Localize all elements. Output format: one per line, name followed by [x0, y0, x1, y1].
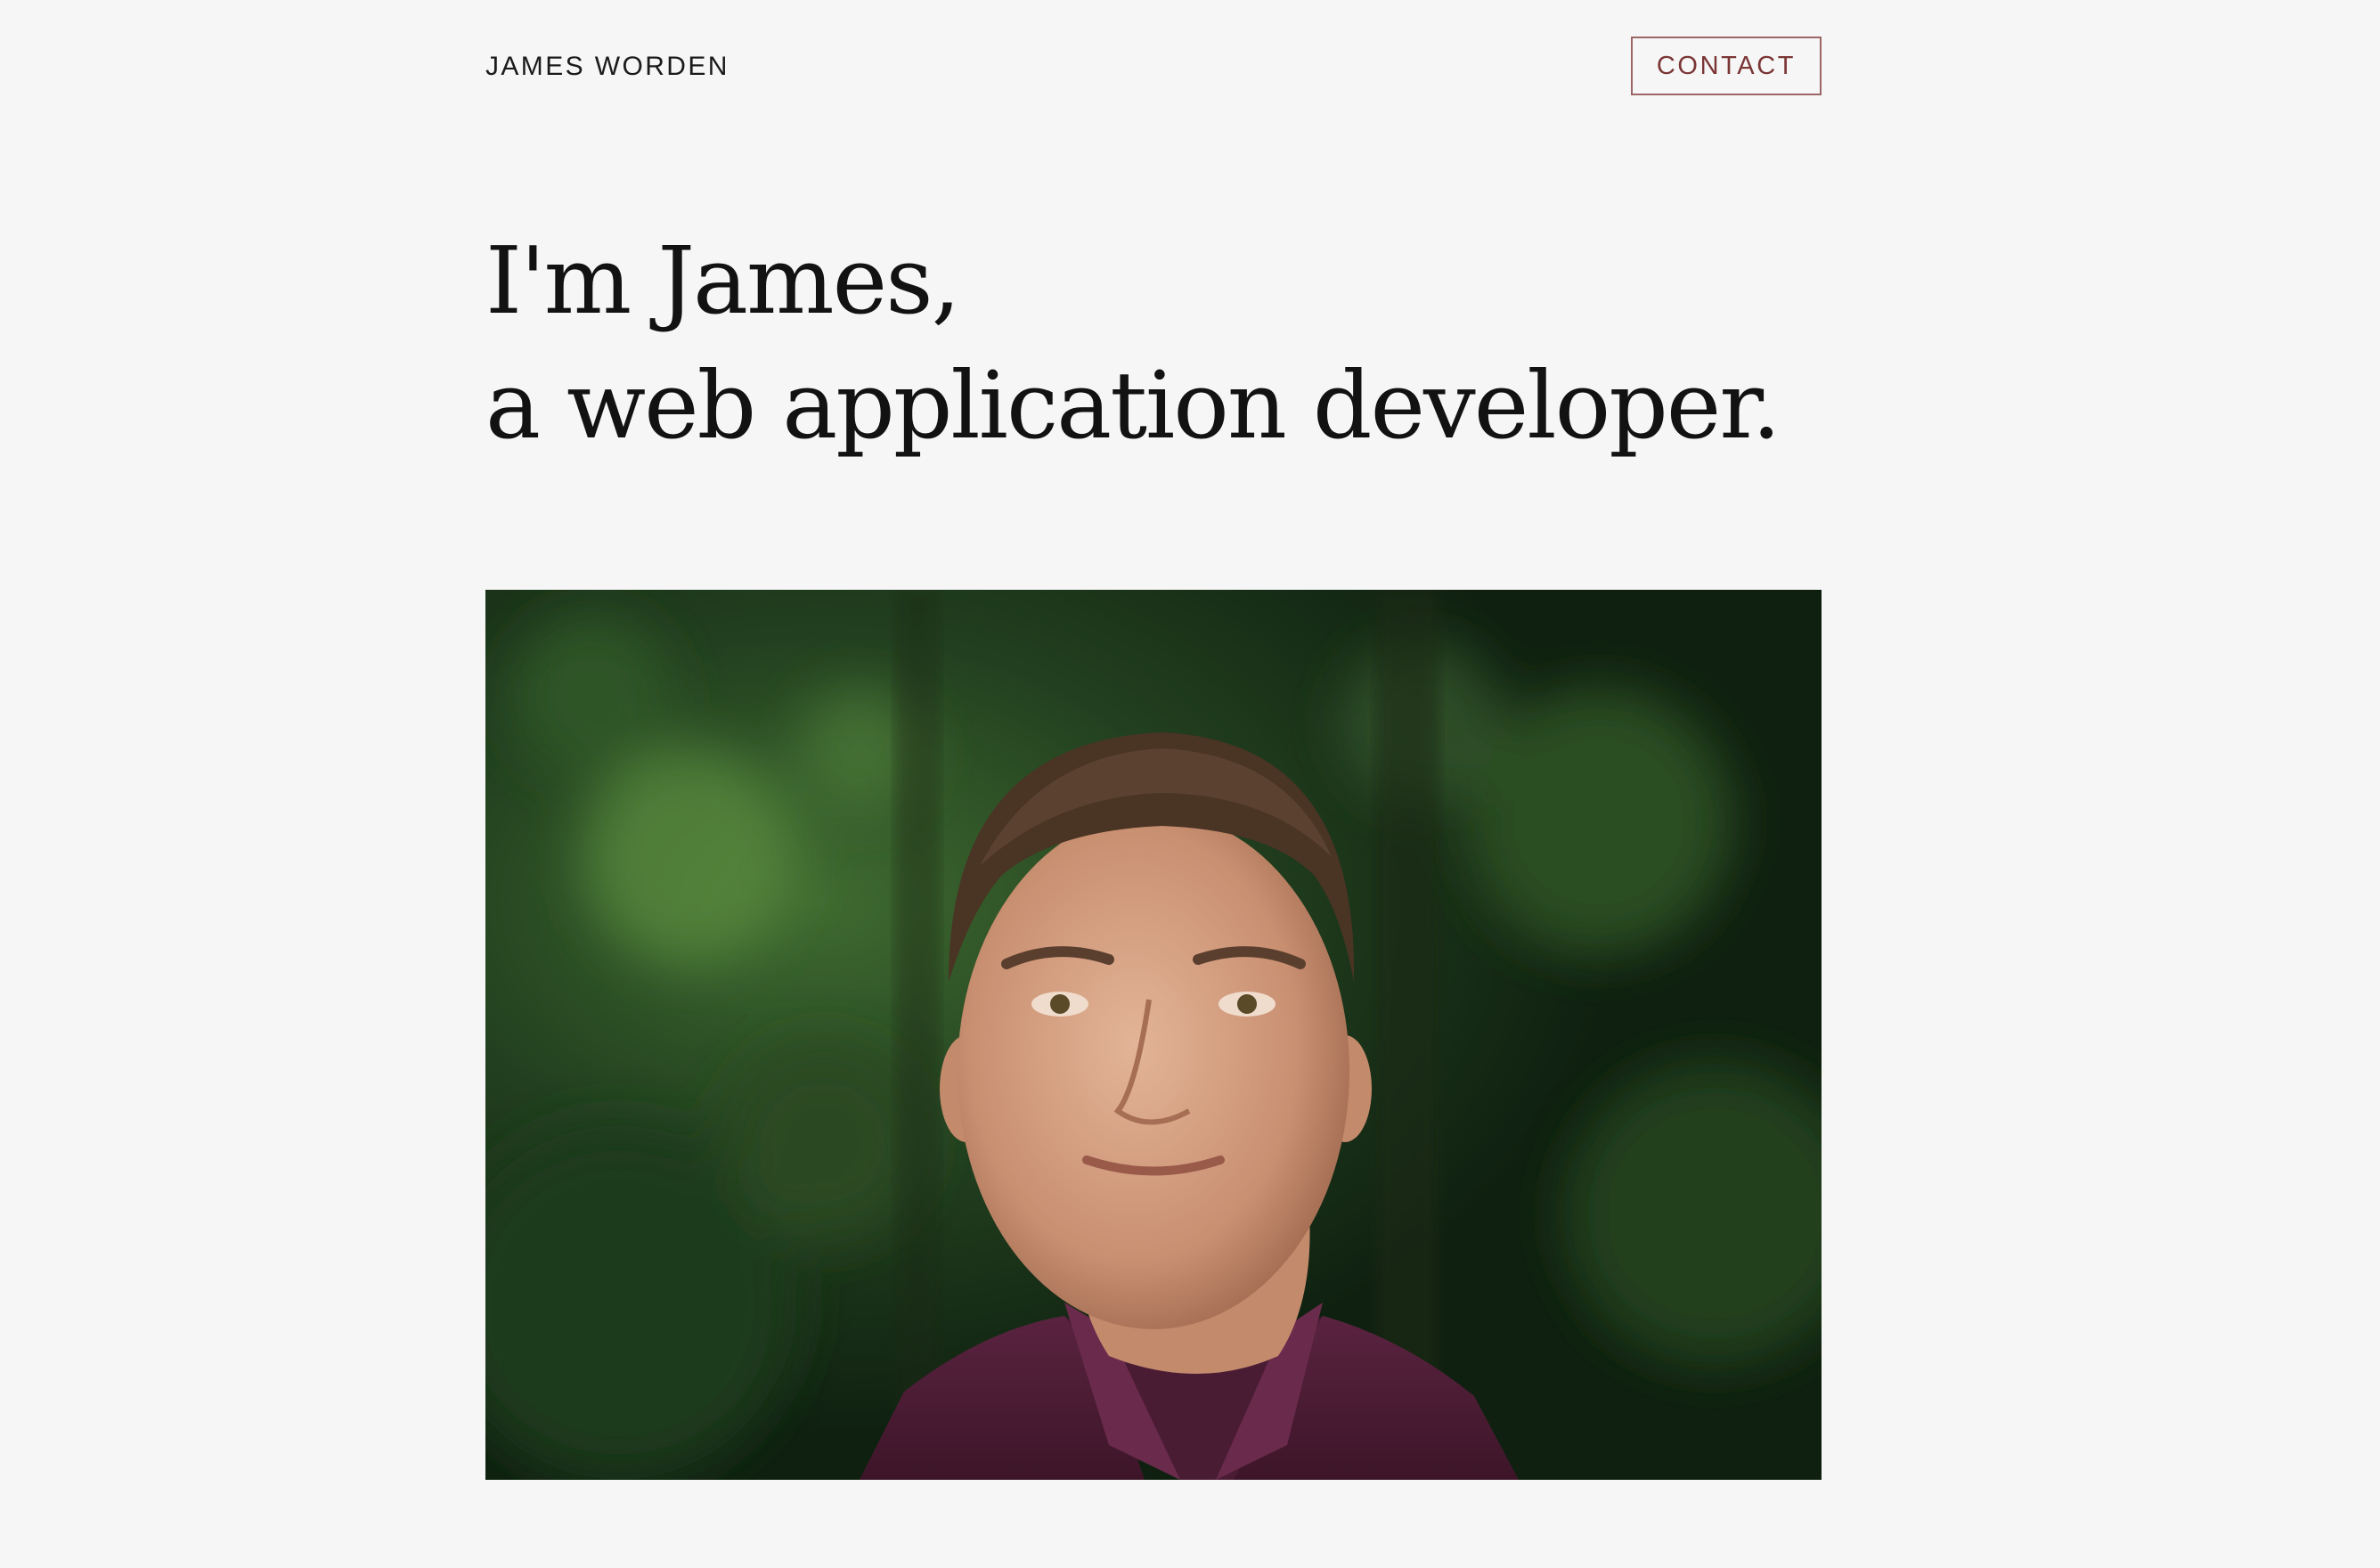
- site-header: JAMES WORDEN CONTACT: [485, 0, 1822, 134]
- hero-heading-line-2: a web application developer.: [485, 351, 1781, 460]
- hero-heading: I'm James, a web application developer.: [485, 218, 1781, 468]
- page: JAMES WORDEN CONTACT I'm James, a web ap…: [485, 0, 1822, 1568]
- contact-button[interactable]: CONTACT: [1631, 37, 1822, 95]
- site-name-link[interactable]: JAMES WORDEN: [485, 52, 729, 82]
- hero-heading-line-1: I'm James,: [485, 226, 961, 335]
- portrait-illustration: [485, 590, 1822, 1480]
- portrait-photo: [485, 590, 1822, 1480]
